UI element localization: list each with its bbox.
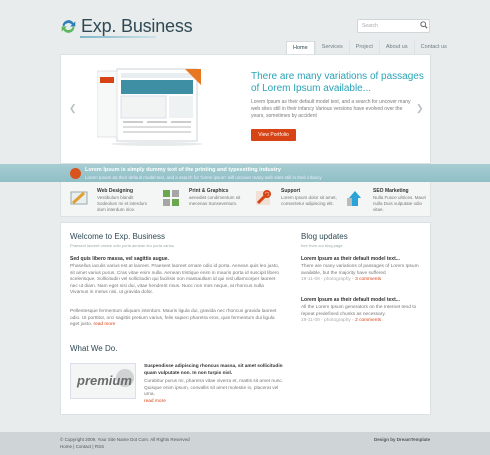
features-row: Web Designing Vestibulum blandit Sodeolu…: [60, 182, 431, 217]
what-paragraph-text: Curabitur purus mi, pharetra vitae viver…: [144, 379, 284, 398]
badge-icon: [70, 168, 81, 179]
blog-post-meta: 19-11-09 - photography - 3 comments: [301, 277, 423, 284]
what-bold: Suspendisse adipiscing rhoncus massa, si…: [144, 364, 283, 376]
slide-text: Lorem Ipsum as their default model text,…: [251, 99, 411, 119]
logo-underline: [80, 36, 156, 38]
feature-text: Lorem Ipsum dolor sit amet, consectetur …: [281, 195, 337, 206]
slide-title: There are many variations of passages of…: [251, 71, 424, 94]
main-nav: Home Services Project About us Contact u…: [286, 41, 453, 54]
feature-web-designing[interactable]: Web Designing Vestibulum blandit Sodeolu…: [63, 186, 149, 214]
blog-post-title[interactable]: Lorem Ipsum as their default model text.…: [301, 297, 423, 303]
website-preview-image: [97, 68, 203, 146]
premium-logo-graphic: premium: [76, 369, 134, 388]
premium-logo-image: premium: [70, 363, 136, 399]
nav-project[interactable]: Project: [348, 41, 379, 54]
premium-logo-text: premium: [76, 373, 132, 388]
feature-title: Print & Graphics: [189, 188, 229, 194]
blog-post-meta: 19-11-09 - photography - 2 comments: [301, 318, 423, 325]
blog-title: Blog updates: [301, 232, 348, 241]
welcome-bold: Sed quis libero massa, vel sagittis augu…: [70, 256, 169, 262]
pencil-icon: [70, 191, 88, 205]
read-more-link[interactable]: read more: [93, 322, 115, 327]
welcome-subtitle: Praesent laoreet ornare odio porta aenea…: [70, 243, 174, 248]
blog-post-date: 19-11-09 - photography -: [301, 318, 354, 324]
blog-post-text: All the Lorem Ipsum generators on the In…: [301, 305, 417, 317]
footer: © Copyright 2009. Your Site Name Dot Com…: [0, 432, 490, 455]
what-we-do-title: What We Do.: [70, 344, 118, 353]
band-title: Lorem Ipsum is simply dummy text of the …: [85, 167, 281, 173]
feature-text: aenediet condimentum sit mecenas Sunseve…: [189, 195, 241, 206]
feature-text: Nulla Fusce ultrices. Mauri nulla Duis v…: [373, 195, 427, 212]
feature-text: Vestibulum blandit Sodeolum mi et interd…: [97, 195, 148, 212]
hero-slider: ❮ ❯ There are many variations of passage…: [60, 54, 431, 164]
welcome-paragraph-2: Pellentesque fermentum aliquam interdum.…: [70, 309, 280, 329]
wrench-icon: [256, 190, 271, 205]
feature-title: Web Designing: [97, 188, 134, 194]
nav-services[interactable]: Services: [314, 41, 349, 54]
blog-post-title[interactable]: Lorem Ipsum as their default model text.…: [301, 256, 423, 262]
blog-post: Lorem Ipsum as their default model text.…: [301, 297, 423, 325]
feature-seo-marketing[interactable]: SEO Marketing Nulla Fusce ultrices. Maur…: [339, 186, 426, 214]
blog-post-text: There are many variations of passages of…: [301, 264, 419, 276]
feature-print-graphics[interactable]: Print & Graphics aenediet condimentum si…: [155, 186, 241, 214]
nav-home[interactable]: Home: [286, 41, 315, 54]
recycle-arrows-icon: [61, 20, 76, 33]
comments-link[interactable]: 3 comments: [355, 277, 381, 282]
view-portfolio-button[interactable]: View Portfolio: [251, 129, 296, 141]
what-paragraph: Curabitur purus mi, pharetra vitae viver…: [144, 379, 284, 405]
chevron-right-icon[interactable]: ❯: [416, 103, 424, 114]
design-credit[interactable]: Design by DreamTemplate: [374, 437, 430, 442]
band-text: Lorem Ipsum as their default model text,…: [85, 175, 322, 180]
feature-title: Support: [281, 188, 301, 194]
comments-link[interactable]: 2 comments: [355, 318, 381, 323]
feature-support[interactable]: Support Lorem Ipsum dolor sit amet, cons…: [247, 186, 337, 214]
welcome-title: Welcome to Exp. Business: [70, 232, 166, 241]
copyright-text: © Copyright 2009. Your Site Name Dot Com…: [60, 437, 190, 442]
logo[interactable]: Exp. Business: [60, 16, 193, 37]
welcome-paragraph-1: Phasellus iaculis varius est at laoreet.…: [70, 264, 280, 296]
arrow-up-icon: [347, 191, 361, 206]
plus-tools-icon: [163, 190, 179, 206]
feature-title: SEO Marketing: [373, 188, 409, 194]
blog-post-date: 19-11-09 - photography -: [301, 277, 354, 283]
search-icon[interactable]: [420, 21, 428, 29]
blog-subtitle: fore from our blog page: [301, 243, 343, 248]
footer-links[interactable]: Home | Contact | RSS: [60, 444, 104, 449]
blog-post: Lorem Ipsum as their default model text.…: [301, 256, 423, 284]
read-more-link[interactable]: read more: [144, 399, 166, 404]
chevron-left-icon[interactable]: ❮: [69, 103, 77, 114]
main-content: Welcome to Exp. Business Praesent laoree…: [60, 222, 431, 415]
nav-contact[interactable]: Contact us: [413, 41, 453, 54]
brand-title: Exp. Business: [81, 16, 193, 36]
nav-about[interactable]: About us: [378, 41, 414, 54]
